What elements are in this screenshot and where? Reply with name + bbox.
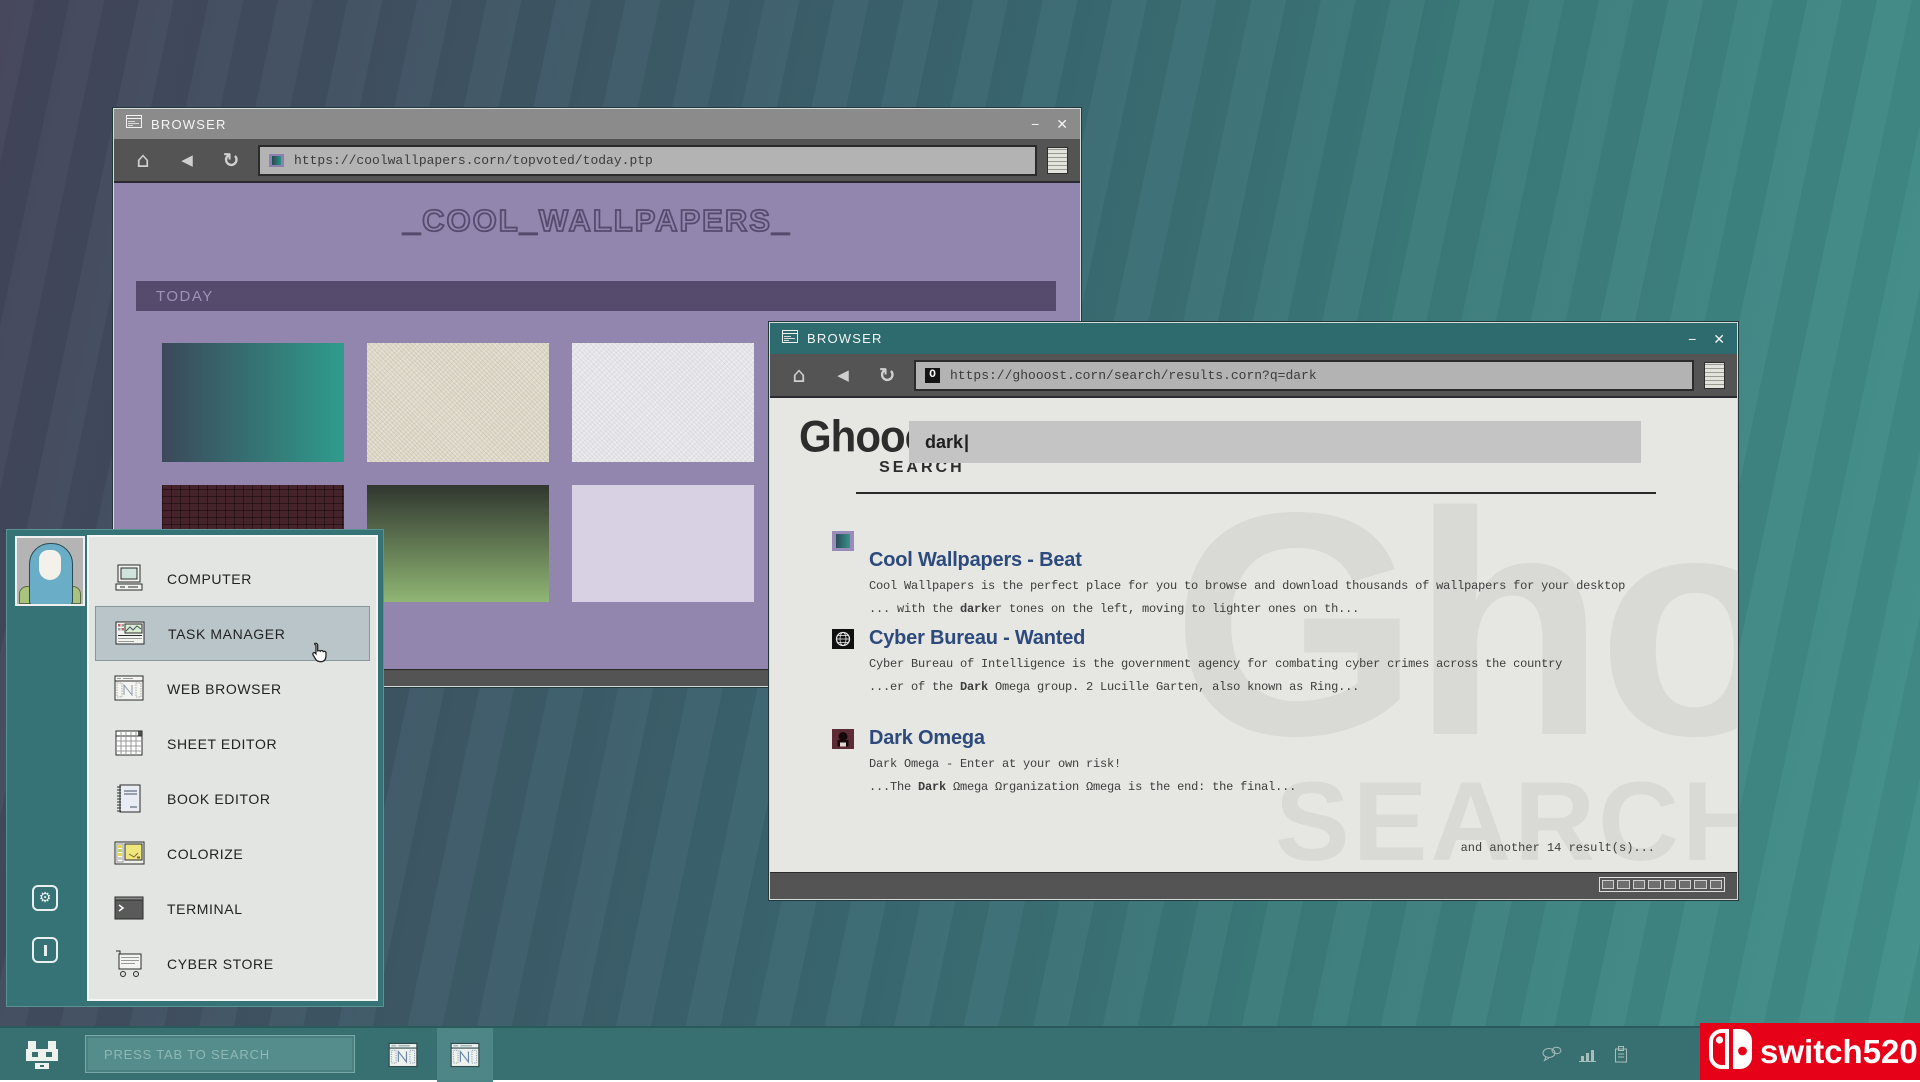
taskbar-search-input[interactable]: PRESS TAB TO SEARCH [85,1035,355,1073]
results-divider [856,492,1656,494]
menu-item-sheet-editor[interactable]: SHEET EDITOR [95,716,370,771]
horizontal-scrollbar[interactable] [1599,877,1725,892]
ghooost-results-page: Ghooost SEARCH Ghooost SEARCH dark | Coo… [770,398,1737,872]
settings-button[interactable]: ⚙ [32,885,58,911]
browser-toolbar: ⌂ ◀ ↻ O https://ghooost.corn/search/resu… [770,354,1737,398]
search-query-input[interactable]: dark | [909,421,1641,463]
chat-icon[interactable] [1542,1046,1562,1068]
window-search-browser: BROWSER − ✕ ⌂ ◀ ↻ O https://ghooost.corn… [769,322,1738,900]
window-status-bar [770,872,1737,899]
home-icon[interactable]: ⌂ [126,148,160,172]
today-label: TODAY [156,288,214,305]
taskbar-window-browser-2-active[interactable] [437,1028,493,1082]
results-count-footer: and another 14 result(s)... [1461,841,1655,855]
search-result: Cyber Bureau - Wanted Cyber Bureau of In… [869,627,1649,695]
window-title: BROWSER [807,331,883,346]
url-text: https://ghooost.corn/search/results.corn… [950,368,1317,383]
result-snippet: ...The Dark Ωmega Ωrganization Ωmega is … [869,781,1649,795]
ghooost-favicon: O [925,368,940,383]
minimize-button[interactable]: − [1688,332,1696,346]
window-title: BROWSER [151,117,227,132]
power-icon [44,945,47,956]
text-caret: | [964,432,969,453]
wallpaper-tile-white-noise[interactable] [572,343,754,462]
wallpaper-tile-teal-gradient[interactable] [162,343,344,462]
book-editor-icon [111,783,147,815]
url-bar[interactable]: https://coolwallpapers.corn/topvoted/tod… [258,145,1037,176]
close-button[interactable]: ✕ [1713,332,1725,346]
titlebar-inactive[interactable]: BROWSER − ✕ [114,109,1080,139]
gear-icon: ⚙ [39,890,52,906]
menu-item-colorize[interactable]: COLORIZE [95,826,370,881]
minimize-button[interactable]: − [1031,117,1039,131]
web-browser-icon [111,673,147,705]
browser-app-icon [126,115,142,133]
cyber-store-icon [111,948,147,980]
site-title: _COOL_WALLPAPERS_ [403,203,791,239]
wallpaper-tile-green-gradient[interactable] [367,485,549,602]
query-text: dark [925,432,963,453]
power-button[interactable] [32,937,58,963]
search-result: Dark Omega Dark Omega - Enter at your ow… [869,727,1649,795]
system-tray [1542,1046,1628,1068]
cyber-bureau-result-icon [832,629,854,649]
page-document-icon[interactable] [1047,147,1068,174]
result-snippet: Cyber Bureau of Intelligence is the gove… [869,658,1649,672]
url-text: https://coolwallpapers.corn/topvoted/tod… [294,153,653,168]
menu-item-terminal[interactable]: TERMINAL [95,881,370,936]
refresh-icon[interactable]: ↻ [214,148,248,172]
result-snippet: Dark Omega - Enter at your own risk! [869,758,1649,772]
url-bar[interactable]: O https://ghooost.corn/search/results.co… [914,360,1694,391]
desktop: BROWSER − ✕ ⌂ ◀ ↻ https://coolwallpapers… [0,0,1920,1080]
page-document-icon[interactable] [1704,362,1725,389]
back-icon[interactable]: ◀ [826,366,860,384]
start-menu-panel: COMPUTER TASK MANAGER WEB BROWSER SHEET … [87,535,378,1001]
menu-item-book-editor[interactable]: BOOK EDITOR [95,771,370,826]
menu-item-web-browser[interactable]: WEB BROWSER [95,661,370,716]
start-menu: ⚙ COMPUTER TASK MANAGER WEB BROWSER [6,529,384,1007]
today-section-bar: TODAY [136,281,1056,311]
user-avatar[interactable] [15,536,85,606]
titlebar-active[interactable]: BROWSER − ✕ [770,323,1737,354]
result-link-cyber-bureau[interactable]: Cyber Bureau - Wanted [869,627,1649,649]
watermark-text: switch520 [1760,1033,1918,1071]
search-placeholder: PRESS TAB TO SEARCH [104,1047,270,1062]
result-snippet: ...er of the Dark Omega group. 2 Lucille… [869,681,1649,695]
avatar-face [39,550,61,580]
nintendo-switch-logo-icon [1708,1027,1754,1076]
result-snippet: ... with the darker tones on the left, m… [869,603,1649,617]
close-button[interactable]: ✕ [1056,117,1068,131]
browser-toolbar: ⌂ ◀ ↻ https://coolwallpapers.corn/topvot… [114,139,1080,183]
bar-chart-icon[interactable] [1579,1047,1597,1067]
computer-icon [111,563,147,595]
menu-item-computer[interactable]: COMPUTER [95,551,370,606]
wallpaper-tile-beige-noise[interactable] [367,343,549,462]
result-link-dark-omega[interactable]: Dark Omega [869,727,1649,749]
clipboard-icon[interactable] [1614,1046,1628,1068]
result-snippet: Cool Wallpapers is the perfect place for… [869,580,1649,594]
cool-wallpapers-result-icon [832,531,854,551]
switch520-watermark: switch520 [1700,1023,1920,1080]
wallpaper-tile-lavender[interactable] [572,485,754,602]
start-robot-icon[interactable] [26,1040,58,1070]
colorize-icon [111,838,147,870]
home-icon[interactable]: ⌂ [782,363,816,387]
browser-window-icon [450,1042,480,1068]
refresh-icon[interactable]: ↻ [870,363,904,387]
sheet-editor-icon [111,728,147,760]
taskbar-window-browser-1[interactable] [388,1042,418,1068]
back-icon[interactable]: ◀ [170,151,204,169]
terminal-icon [111,893,147,925]
coolwallpapers-favicon [269,154,284,167]
mouse-cursor-hand-icon [306,640,332,666]
search-result: Cool Wallpapers - Beat Cool Wallpapers i… [869,529,1649,617]
dark-omega-result-icon [832,729,854,749]
result-link-cool-wallpapers[interactable]: Cool Wallpapers - Beat [869,549,1649,571]
taskbar: PRESS TAB TO SEARCH switch520 [0,1026,1920,1080]
task-manager-icon [112,618,148,650]
browser-app-icon [782,330,798,348]
menu-item-cyber-store[interactable]: CYBER STORE [95,936,370,991]
